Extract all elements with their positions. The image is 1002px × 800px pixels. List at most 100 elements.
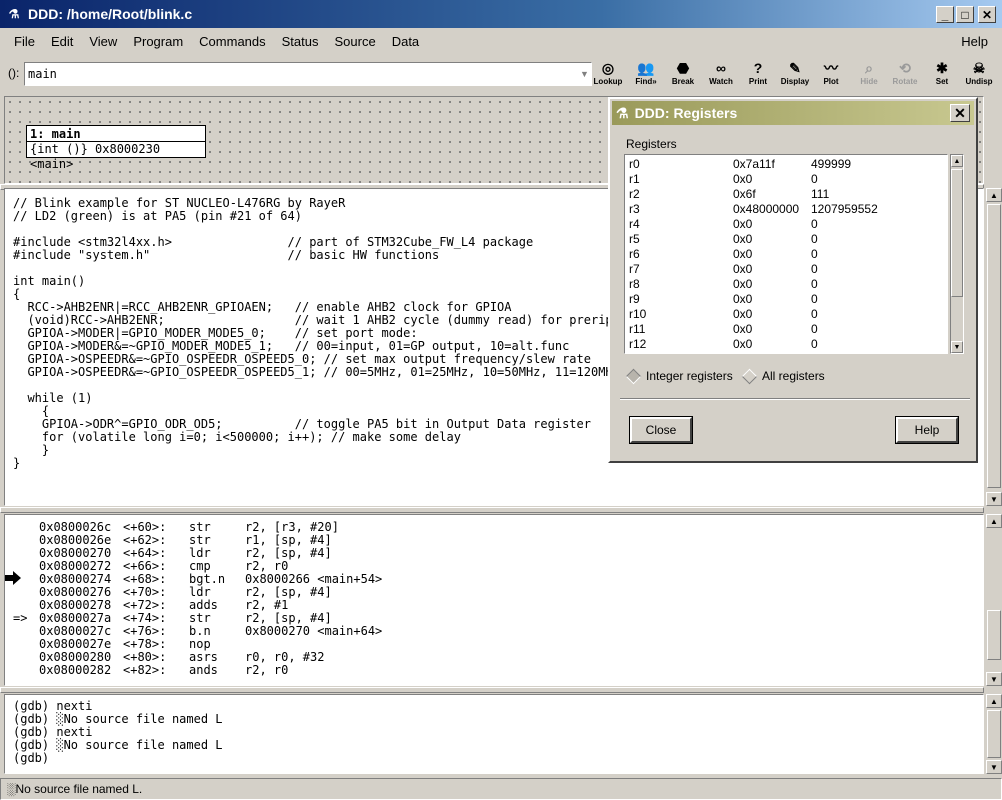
register-row-r8[interactable]: r8 0x0 0 [625, 277, 947, 292]
menu-source[interactable]: Source [327, 34, 384, 49]
toolbar-label: Set [935, 77, 949, 86]
menu-help[interactable]: Help [953, 28, 996, 54]
data-display-main[interactable]: 1: main {int ()} 0x8000230 <main> [26, 125, 206, 171]
undisp-button[interactable]: ☠ Undisp [961, 60, 997, 90]
register-hex: 0x0 [733, 292, 753, 306]
registers-list[interactable]: r0 0x7a11f 499999 r1 0x0 0 r2 0x6f 111 r3 0x480000… [624, 154, 948, 354]
scroll-down-icon[interactable]: ▼ [986, 672, 1002, 686]
console-scrollbar[interactable]: ▲ ▼ [986, 694, 1002, 774]
register-row-r0[interactable]: r0 0x7a11f 499999 [625, 157, 947, 172]
all-registers-radio[interactable]: All registers [741, 368, 825, 384]
question-icon: ? [753, 60, 763, 76]
break-button[interactable]: ⬣ Break [665, 60, 701, 90]
machine-code-window[interactable]: 0x0800026c <+60>: str r2, [r3, #20] 0x080002… [4, 514, 984, 686]
glasses-icon: ∞ [716, 60, 726, 76]
registers-dialog-title-bar: ⚗ DDD: Registers ✕ [612, 101, 974, 125]
toolbar-label: Rotate [892, 77, 918, 86]
menu-data[interactable]: Data [384, 34, 427, 49]
menu-commands[interactable]: Commands [191, 34, 273, 49]
argument-label: (): [8, 66, 20, 80]
machine-scrollbar[interactable]: ▲ ▼ [986, 514, 1002, 686]
registers-dialog-title: DDD: Registers [634, 105, 738, 121]
scroll-down-icon[interactable]: ▼ [986, 492, 1002, 506]
integer-registers-radio[interactable]: Integer registers [625, 368, 733, 384]
set-icon: ✱ [936, 60, 948, 76]
rotate-button: ⟲ Rotate [887, 60, 923, 90]
menu-status[interactable]: Status [274, 34, 327, 49]
register-row-r5[interactable]: r5 0x0 0 [625, 232, 947, 247]
scroll-down-icon[interactable]: ▼ [951, 341, 963, 353]
pane-sash[interactable] [0, 507, 984, 513]
register-row-r2[interactable]: r2 0x6f 111 [625, 187, 947, 202]
ddd-app-icon[interactable]: ⚗ [6, 6, 22, 22]
set-button[interactable]: ✱ Set [924, 60, 960, 90]
register-dec: 111 [811, 187, 830, 201]
plot-icon: 〰 [824, 60, 838, 76]
rotate-icon: ⟲ [899, 60, 911, 76]
find-button[interactable]: 👥 Find» [628, 60, 664, 90]
close-icon[interactable]: ✕ [978, 6, 996, 23]
scroll-thumb[interactable] [987, 610, 1001, 660]
help-button[interactable]: Help [895, 416, 959, 444]
close-button[interactable]: Close [629, 416, 693, 444]
display-header[interactable]: 1: main [27, 126, 205, 142]
maximize-icon[interactable]: □ [956, 6, 974, 23]
hide-button: ⌕ Hide [851, 60, 887, 90]
register-dec: 0 [811, 337, 818, 351]
menu-view[interactable]: View [81, 34, 125, 49]
minimize-icon[interactable]: _ [936, 6, 954, 23]
register-dec: 0 [811, 322, 818, 336]
scroll-up-icon[interactable]: ▲ [986, 188, 1002, 202]
scroll-thumb[interactable] [987, 204, 1001, 488]
register-row-r10[interactable]: r10 0x0 0 [625, 307, 947, 322]
gdb-console[interactable]: (gdb) nexti (gdb) ░No source file named L… [4, 694, 984, 774]
scroll-thumb[interactable] [987, 710, 1001, 758]
register-row-r1[interactable]: r1 0x0 0 [625, 172, 947, 187]
plot-button[interactable]: 〰 Plot [813, 60, 849, 90]
scroll-thumb[interactable] [951, 169, 963, 297]
registers-scrollbar[interactable]: ▲ ▼ [950, 154, 964, 354]
register-hex: 0x0 [733, 172, 753, 186]
register-row-r12[interactable]: r12 0x0 0 [625, 337, 947, 352]
display-button[interactable]: ✎ Display [777, 60, 813, 90]
scroll-up-icon[interactable]: ▲ [986, 514, 1002, 528]
scroll-up-icon[interactable]: ▲ [986, 694, 1002, 708]
pane-sash[interactable] [0, 687, 984, 693]
source-scrollbar[interactable]: ▲ ▼ [986, 188, 1002, 506]
undisp-icon: ☠ [972, 60, 986, 76]
register-row-r7[interactable]: r7 0x0 0 [625, 262, 947, 277]
argument-input[interactable]: main [24, 62, 592, 86]
menu-edit[interactable]: Edit [43, 34, 81, 49]
radio-selected-icon [625, 368, 642, 384]
register-row-r9[interactable]: r9 0x0 0 [625, 292, 947, 307]
all-registers-label: All registers [762, 369, 825, 383]
watch-button[interactable]: ∞ Watch [703, 60, 739, 90]
register-name: r5 [629, 232, 640, 246]
register-hex: 0x6f [733, 187, 756, 201]
machine-code-line[interactable]: 0x08000282 <+82>: ands r2, r0 [13, 664, 983, 677]
register-row-r11[interactable]: r11 0x0 0 [625, 322, 947, 337]
register-name: r11 [629, 322, 646, 336]
register-row-r3[interactable]: r3 0x48000000 1207959552 [625, 202, 947, 217]
register-row-r4[interactable]: r4 0x0 0 [625, 217, 947, 232]
integer-registers-label: Integer registers [646, 369, 733, 383]
register-dec: 0 [811, 307, 818, 321]
print-button[interactable]: ? Print [740, 60, 776, 90]
ddd-app-icon: ⚗ [616, 104, 629, 121]
program-counter-arrow-icon [5, 571, 21, 585]
toolbar-label: Lookup [593, 77, 623, 86]
register-hex: 0x0 [733, 232, 753, 246]
close-icon[interactable]: ✕ [950, 104, 970, 122]
toolbar-label: Break [671, 77, 695, 86]
register-hex: 0x0 [733, 337, 753, 351]
scroll-down-icon[interactable]: ▼ [986, 760, 1002, 774]
register-dec: 0 [811, 292, 818, 306]
menu-file[interactable]: File [6, 34, 43, 49]
lookup-button[interactable]: ◎ Lookup [590, 60, 626, 90]
data-scrollbar[interactable] [986, 96, 1002, 184]
asm-args: 0x8000270 <main+64> [245, 624, 383, 638]
scroll-up-icon[interactable]: ▲ [951, 155, 963, 167]
menu-program[interactable]: Program [125, 34, 191, 49]
register-row-r6[interactable]: r6 0x0 0 [625, 247, 947, 262]
registers-dialog: ⚗ DDD: Registers ✕ Registers r0 0x7a11f 49… [608, 97, 978, 463]
